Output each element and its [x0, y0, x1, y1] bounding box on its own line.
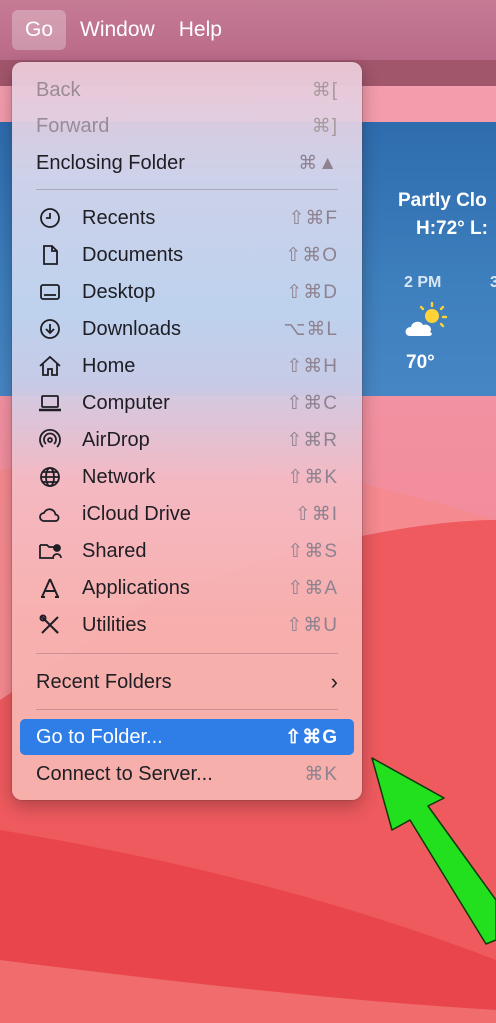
- annotation-arrow-icon: [371, 757, 496, 945]
